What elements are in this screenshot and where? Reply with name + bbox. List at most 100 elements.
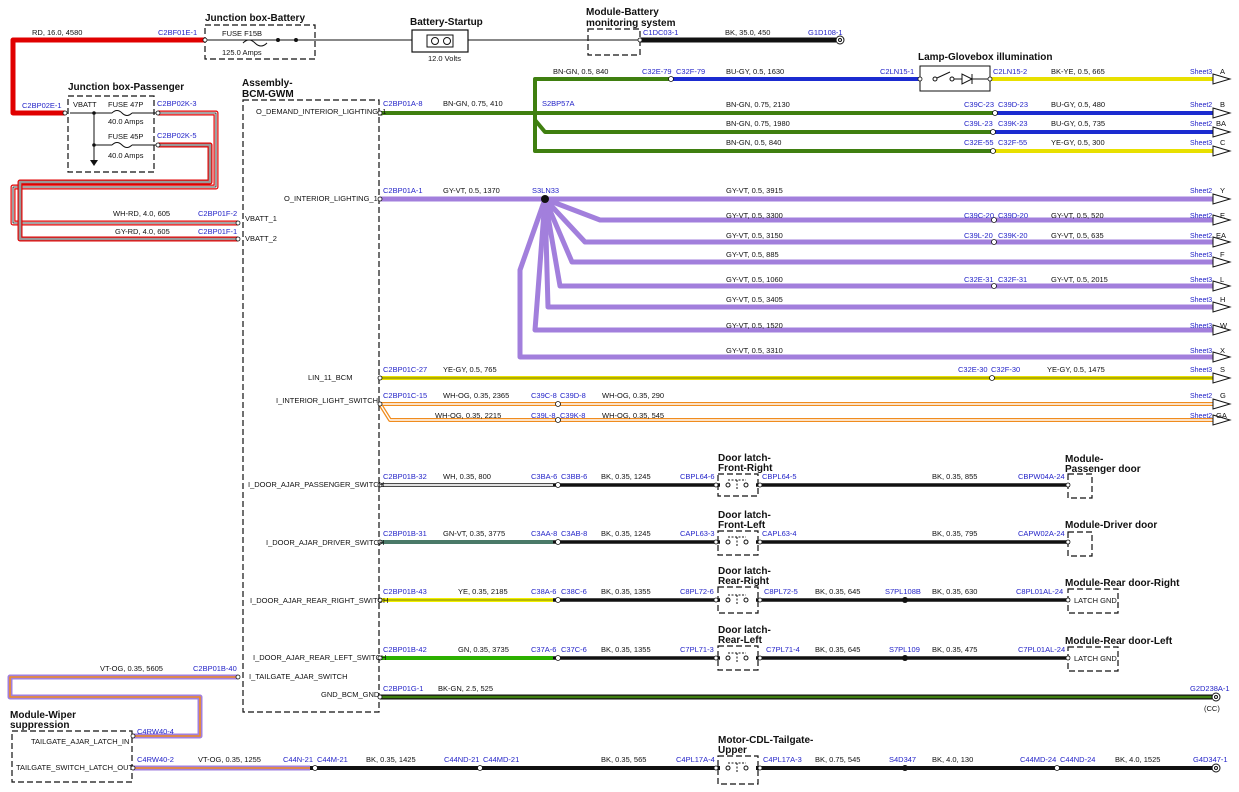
conn-g2d238a: G2D238A-1 [1190,684,1230,693]
conn-c2bp01a8: C2BP01A-8 [383,99,423,108]
mod-dd-title: Module-Driver door [1065,520,1157,531]
conn-c44nd21: C44ND-21 [444,755,479,764]
conn-s7pl108b: S7PL108B [885,587,921,596]
pin-gnd: GND_BCM_GND [321,690,380,699]
lbl-gyvt3405: GY-VT, 0.5, 3405 [726,295,783,304]
lbl-gyvt1370: GY-VT, 0.5, 1370 [443,186,500,195]
conn-c32f79: C32F-79 [676,67,705,76]
door-latch-rl-title-2: Rear-Left [718,635,763,646]
bcm-pin-labels: O_DEMAND_INTERIOR_LIGHTING_1 VBATT_1 VBA… [245,107,388,699]
module-rear-door-left: Module-Rear door-Left LATCH GND [1065,636,1173,672]
lbl-bk1355b: BK, 0.35, 1355 [601,645,651,654]
lbl-bkye665: BK-YE, 0.5, 665 [1051,67,1105,76]
conn-c32e55: C32E-55 [964,138,994,147]
fuse-45p-label: FUSE 45P [108,132,143,141]
conn-c32f55: C32F-55 [998,138,1027,147]
wire-whrd [10,110,238,226]
lbl-bugy480: BU-GY, 0.5, 480 [1051,100,1105,109]
wiper-title-2: suppression [10,720,69,731]
module-wiper-suppression: Module-Wiper suppression TAILGATE_AJAR_L… [10,710,134,783]
conn-c4pl17a3: C4PL17A-3 [763,755,802,764]
pin-i-interior: I_INTERIOR_LIGHT_SWITCH [276,396,378,405]
conn-c3ab8: C3AB-8 [561,529,587,538]
conn-c7pl71-3: C7PL71-3 [680,645,714,654]
fuse-icon [242,39,268,47]
conn-c32e30: C32E-30 [958,365,988,374]
conn-c39c23: C39C-23 [964,100,994,109]
lbl-vtog5605: VT-OG, 0.35, 5605 [100,664,163,673]
conn-c8pl01al24: C8PL01AL-24 [1016,587,1063,596]
jb-passenger-title: Junction box-Passenger [68,82,184,93]
lbl-ye2185: YE, 0.35, 2185 [458,587,508,596]
door-latch-rr: Door latch- Rear-Right [717,566,771,614]
conn-c2bp01b40: C2BP01B-40 [193,664,237,673]
conn-c4rw40-4: C4RW40-4 [137,727,174,736]
lbl-gyvt3300: GY-VT, 0.5, 3300 [726,211,783,220]
pin-i-tailgate: I_TAILGATE_AJAR_SWITCH [249,672,348,681]
sheet-ref-sheet: Sheet3 [1190,252,1212,259]
conn-capl63-4: CAPL63-4 [762,529,797,538]
sheet-ref-id: Y [1220,186,1225,195]
conn-c39l8: C39L-8 [531,411,556,420]
conn-cbpl64-5: CBPL64-5 [762,472,797,481]
door-latch-rr-title-2: Rear-Right [718,576,770,587]
fuse-45p-rating: 40.0 Amps [108,151,144,160]
pin-o-demand: O_DEMAND_INTERIOR_LIGHTING_1 [256,107,386,116]
conn-c32f30: C32F-30 [991,365,1020,374]
wire-whog [378,402,1213,422]
latch-gnd-l: LATCH GND [1074,654,1117,663]
mod-rdr-title: Module-Rear door-Right [1065,578,1180,589]
bcm-title-1: Assembly- [242,78,293,89]
lbl-bk645a: BK, 0.35, 645 [815,587,860,596]
lbl-gyvt635: GY-VT, 0.5, 635 [1051,231,1104,240]
lbl-bugy735: BU-GY, 0.5, 735 [1051,119,1105,128]
sheet-ref-sheet: Sheet3 [1190,367,1212,374]
sheet-ref-id: C [1220,138,1226,147]
fuse-47p-rating: 40.0 Amps [108,117,144,126]
sheet-ref-sheet: Sheet2 [1190,102,1212,109]
lbl-yegy1475: YE-GY, 0.5, 1475 [1047,365,1105,374]
module-rear-door-right: Module-Rear door-Right LATCH GND [1065,578,1180,614]
sheet-ref-id: W [1220,321,1228,330]
lbl-bk35: BK, 35.0, 450 [725,28,770,37]
lbl-bk630: BK, 0.35, 630 [932,587,977,596]
conn-c44nd24: C44ND-24 [1060,755,1095,764]
fuse-f15b-label: FUSE F15B [222,29,262,38]
lbl-gyvt1520: GY-VT, 0.5, 1520 [726,321,783,330]
sheet-ref-id: E [1220,211,1225,220]
lbl-whog2215: WH-OG, 0.35, 2215 [435,411,501,420]
sheet-ref-sheet: Sheet2 [1190,233,1212,240]
pin-o-interior: O_INTERIOR_LIGHTING_1 [284,194,378,203]
lbl-bngn840a: BN-GN, 0.5, 840 [553,67,608,76]
conn-c44m21: C44M-21 [317,755,348,764]
conn-c8pl72-6: C8PL72-6 [680,587,714,596]
lbl-gnvt3775: GN-VT, 0.35, 3775 [443,529,505,538]
sheet-ref-sheet: Sheet2 [1190,213,1212,220]
lbl-bngn1980: BN-GN, 0.75, 1980 [726,119,790,128]
conn-cbpw04a24: CBPW04A-24 [1018,472,1065,481]
conn-c39l20: C39L-20 [964,231,993,240]
conn-c2bp01b43: C2BP01B-43 [383,587,427,596]
lbl-whog2365: WH-OG, 0.35, 2365 [443,391,509,400]
conn-s2bp57a: S2BP57A [542,99,575,108]
pin-i-rl: I_DOOR_AJAR_REAR_LEFT_SWITCH [253,653,386,662]
sheet-ref-id: BA [1216,119,1226,128]
conn-cbpl64-6: CBPL64-6 [680,472,715,481]
wiring-diagram: Junction box-Battery FUSE F15B 125.0 Amp… [7,7,1232,785]
sheet-ref-sheet: Sheet2 [1190,393,1212,400]
lbl-gyrd: GY-RD, 4.0, 605 [115,227,170,236]
lbl-bk565: BK, 0.35, 565 [601,755,646,764]
lbl-bk1355a: BK, 0.35, 1355 [601,587,651,596]
conn-s3ln33: S3LN33 [532,186,559,195]
conn-s4d347: S4D347 [889,755,916,764]
pin-i-pass: I_DOOR_AJAR_PASSENGER_SWITCH [248,480,384,489]
lbl-bk855: BK, 0.35, 855 [932,472,977,481]
door-latch-rl: Door latch- Rear-Left [717,625,771,671]
pin-lin: LIN_11_BCM [308,373,352,382]
conn-c39d20: C39D-20 [998,211,1028,220]
conn-c39c20: C39C-20 [964,211,994,220]
junction-box-battery: Junction box-Battery FUSE F15B 125.0 Amp… [204,13,316,60]
conn-c2bp02e1: C2BP02E-1 [22,101,62,110]
lbl-whrd: WH-RD, 4.0, 605 [113,209,170,218]
conn-c4pl17a4: C4PL17A-4 [676,755,715,764]
